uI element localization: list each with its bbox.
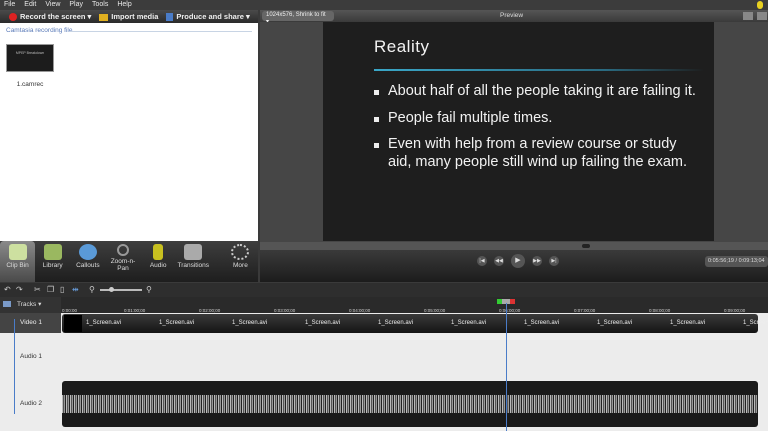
slide-preview: Reality About half of all the people tak… [323, 22, 714, 241]
record-icon [9, 13, 17, 21]
clip-label: 1_Screen.avi [743, 320, 768, 326]
menu-help[interactable]: Help [113, 0, 136, 10]
clip-label: 1_Screen.avi [451, 320, 487, 326]
play-icon[interactable]: ▶ [511, 254, 525, 268]
paste-icon[interactable]: ▯ [60, 285, 64, 294]
tab-more[interactable]: More [223, 241, 258, 282]
clip-label: 1_Screen.avi [670, 320, 706, 326]
skip-end-icon[interactable]: ▶| [549, 256, 559, 266]
clip-label: 1_Screen.avi [597, 320, 633, 326]
playhead-line[interactable] [506, 303, 507, 431]
audio-waveform [62, 395, 758, 413]
transitions-icon [184, 244, 203, 260]
preview-size-dropdown[interactable]: 1024x576, Shrink to fit ▾ [262, 11, 334, 25]
tab-clip-bin[interactable]: Clip Bin [0, 241, 36, 282]
menu-tools[interactable]: Tools [88, 0, 113, 10]
track-audio-1[interactable]: Audio 1 [0, 333, 61, 381]
task-tabs: Clip Bin Library Callouts Zoom-n-Pan Aud… [0, 241, 258, 282]
clip-label: 1_Screen.avi [305, 320, 341, 326]
magnifier-icon [116, 244, 129, 256]
zoom-slider[interactable] [100, 289, 142, 291]
speech-bubble-icon [78, 244, 97, 260]
detach-icon[interactable] [757, 12, 767, 20]
section-header: Camtasia recording file [6, 27, 73, 34]
timeline-toolbar: ↶ ↷ ✂ ❐ ▯ ⇹ ⚲ ⚲ [0, 283, 768, 297]
slide-bullet: People fail multiple times. [373, 110, 703, 128]
menu-bar: File Edit View Play Tools Help [0, 0, 768, 10]
tab-audio[interactable]: Audio [141, 241, 176, 282]
copy-icon[interactable]: ❐ [47, 285, 54, 294]
record-screen-button[interactable]: Record the screen ▾ [9, 12, 91, 21]
produce-share-button[interactable]: Produce and share ▾ [166, 12, 250, 21]
skip-start-icon[interactable]: |◀ [477, 256, 487, 266]
rewind-icon[interactable]: ◀◀ [494, 256, 504, 266]
split-icon[interactable]: ⇹ [72, 285, 79, 294]
tracks-icon [3, 301, 11, 307]
lightbulb-icon[interactable] [757, 1, 763, 9]
undo-icon[interactable]: ↶ [4, 285, 11, 294]
clip-bin-icon [8, 244, 27, 260]
clip-label: 1_Screen.avi [232, 320, 268, 326]
menu-file[interactable]: File [0, 0, 20, 10]
tab-zoom-n-pan[interactable]: Zoom-n-Pan [105, 241, 140, 282]
track-audio-2[interactable]: Audio 2 [0, 381, 61, 427]
time-readout: 0:05:56;19 / 0:09:13;04 [705, 256, 768, 267]
audio-clip[interactable] [62, 381, 758, 427]
cut-icon[interactable]: ✂ [34, 285, 41, 294]
zoom-in-icon[interactable]: ⚲ [146, 285, 152, 294]
fullscreen-icon[interactable] [743, 12, 753, 20]
folder-icon [43, 244, 62, 260]
slide-bullet: Even with help from a review course or s… [373, 136, 703, 171]
tab-callouts[interactable]: Callouts [70, 241, 105, 282]
timeline-ruler[interactable]: 0:00:00 0:01:00;00 0:02:00;00 0:03:00;00… [61, 297, 768, 313]
clip-thumbnail[interactable]: MPEP Breakdown [6, 44, 54, 72]
main-toolbar: Record the screen ▾ Import media Produce… [0, 10, 258, 23]
speaker-icon [153, 244, 164, 260]
import-media-button[interactable]: Import media [99, 12, 158, 21]
preview-scrubber[interactable] [260, 242, 768, 250]
folder-icon [99, 13, 109, 21]
produce-icon [166, 13, 174, 21]
tab-transitions[interactable]: Transitions [176, 241, 211, 282]
slide-bullet: About half of all the people taking it a… [373, 83, 703, 101]
menu-edit[interactable]: Edit [20, 0, 41, 10]
zoom-out-icon[interactable]: ⚲ [89, 285, 95, 294]
divider [70, 31, 252, 32]
dots-icon [231, 244, 250, 260]
clip-label: 1_Screen.avi [378, 320, 414, 326]
track-video-1[interactable]: Video 1 [0, 313, 61, 333]
fast-forward-icon[interactable]: ▶▶ [532, 256, 542, 266]
slide-title: Reality [374, 37, 430, 56]
selection-end-marker[interactable] [510, 299, 515, 304]
track-connector [14, 319, 15, 414]
zoom-slider-handle[interactable] [109, 287, 114, 292]
clip-thumbnail [64, 315, 82, 332]
clip-label: 1_Screen.avi [159, 320, 195, 326]
clip-filename[interactable]: 1.camrec [6, 81, 54, 88]
redo-icon[interactable]: ↷ [16, 285, 23, 294]
title-underline [374, 69, 704, 71]
menu-play[interactable]: Play [65, 0, 88, 10]
menu-view[interactable]: View [41, 0, 65, 10]
clip-label: 1_Screen.avi [86, 320, 122, 326]
tab-library[interactable]: Library [35, 241, 70, 282]
preview-label: Preview [500, 12, 524, 19]
scrubber-handle[interactable] [582, 244, 590, 248]
clip-label: 1_Screen.avi [524, 320, 560, 326]
